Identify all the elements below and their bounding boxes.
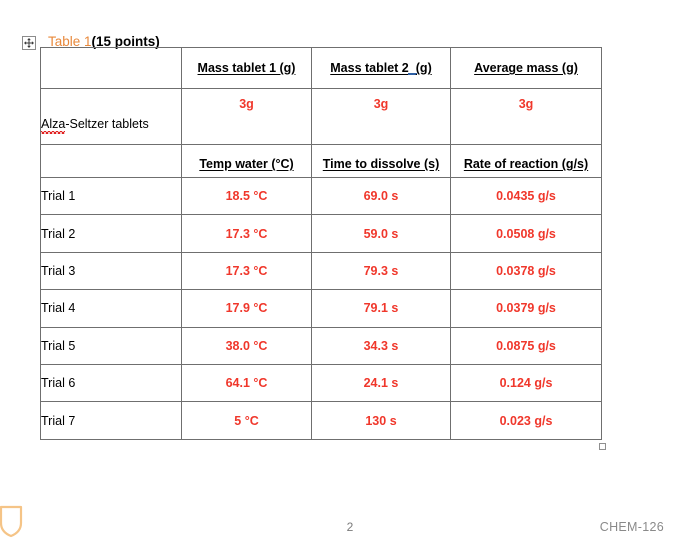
table-row: Trial 6 64.1 °C 24.1 s 0.124 g/s [40, 363, 602, 403]
footer-course-code: CHEM-126 [599, 520, 664, 534]
cell-temp-water: 5 °C [181, 401, 312, 440]
cell-average-mass: 3g [450, 88, 602, 145]
table-header-row-1: Mass tablet 1 (g) Mass tablet 2 (g) Avera… [40, 47, 602, 89]
cell-time-to-dissolve: 79.1 s [311, 289, 451, 328]
cell-temp-water: 38.0 °C [181, 326, 312, 365]
header-corner-cell-2 [40, 144, 182, 178]
cell-time-to-dissolve: 34.3 s [311, 326, 451, 365]
cell-rate-of-reaction: 0.0875 g/s [450, 326, 602, 365]
footer-page-number: 2 [346, 520, 354, 534]
row-label-trial: Trial 3 [40, 251, 182, 291]
header-mass-tablet-2-prefix: Mass tablet 2 [330, 61, 409, 75]
table-row: Trial 5 38.0 °C 34.3 s 0.0875 g/s [40, 326, 602, 365]
table-header-row-2: Temp water (°C) Time to dissolve (s) Rat… [40, 144, 602, 178]
cell-rate-of-reaction: 0.0508 g/s [450, 214, 602, 253]
row-label-trial: Trial 1 [40, 176, 182, 216]
cell-time-to-dissolve: 59.0 s [311, 214, 451, 253]
cell-mass-tablet-1: 3g [181, 88, 312, 145]
header-average-mass: Average mass (g) [450, 47, 602, 89]
header-rate-of-reaction: Rate of reaction (g/s) [450, 144, 602, 178]
row-label-trial: Trial 6 [40, 363, 182, 403]
row-label-trial: Trial 5 [40, 326, 182, 365]
header-mass-tablet-1: Mass tablet 1 (g) [181, 47, 312, 89]
cell-temp-water: 64.1 °C [181, 363, 312, 403]
header-mass-tablet-2: Mass tablet 2 (g) [311, 47, 451, 89]
cell-temp-water: 18.5 °C [181, 176, 312, 216]
cell-mass-tablet-2: 3g [311, 88, 451, 145]
cell-temp-water: 17.3 °C [181, 251, 312, 291]
cell-rate-of-reaction: 0.0379 g/s [450, 289, 602, 328]
table-row: Trial 1 18.5 °C 69.0 s 0.0435 g/s [40, 176, 602, 216]
row-label-trial: Trial 7 [40, 401, 182, 440]
row-label-trial: Trial 2 [40, 214, 182, 253]
cell-time-to-dissolve: 69.0 s [311, 176, 451, 216]
header-mass-tablet-2-suffix: (g) [415, 61, 432, 75]
cell-time-to-dissolve: 79.3 s [311, 251, 451, 291]
table-row: Trial 7 5 °C 130 s 0.023 g/s [40, 401, 602, 440]
cell-rate-of-reaction: 0.0378 g/s [450, 251, 602, 291]
cell-temp-water: 17.9 °C [181, 289, 312, 328]
cell-rate-of-reaction: 0.0435 g/s [450, 176, 602, 216]
cell-time-to-dissolve: 24.1 s [311, 363, 451, 403]
row-label-rest: -Seltzer tablets [65, 116, 149, 131]
lab-data-table: Mass tablet 1 (g) Mass tablet 2 (g) Avera… [40, 47, 602, 440]
row-label-trial: Trial 4 [40, 289, 182, 328]
table-move-handle-icon[interactable] [22, 36, 36, 50]
cell-time-to-dissolve: 130 s [311, 401, 451, 440]
cell-rate-of-reaction: 0.124 g/s [450, 363, 602, 403]
header-time-to-dissolve: Time to dissolve (s) [311, 144, 451, 178]
document-page: Table 1(15 points) Mass tablet 1 (g) Mas… [0, 0, 700, 557]
header-temp-water: Temp water (°C) [181, 144, 312, 178]
cell-rate-of-reaction: 0.023 g/s [450, 401, 602, 440]
table-resize-handle-icon[interactable] [599, 443, 606, 450]
header-corner-cell [40, 47, 182, 89]
table-row-tablets-mass: Alza-Seltzer tablets 3g 3g 3g [40, 88, 602, 145]
row-label-alza-seltzer-tablets: Alza-Seltzer tablets [40, 88, 182, 145]
table-row: Trial 3 17.3 °C 79.3 s 0.0378 g/s [40, 251, 602, 291]
table-row: Trial 2 17.3 °C 59.0 s 0.0508 g/s [40, 214, 602, 253]
table-row: Trial 4 17.9 °C 79.1 s 0.0379 g/s [40, 289, 602, 328]
misspelled-word: Alza [41, 116, 66, 134]
cell-temp-water: 17.3 °C [181, 214, 312, 253]
